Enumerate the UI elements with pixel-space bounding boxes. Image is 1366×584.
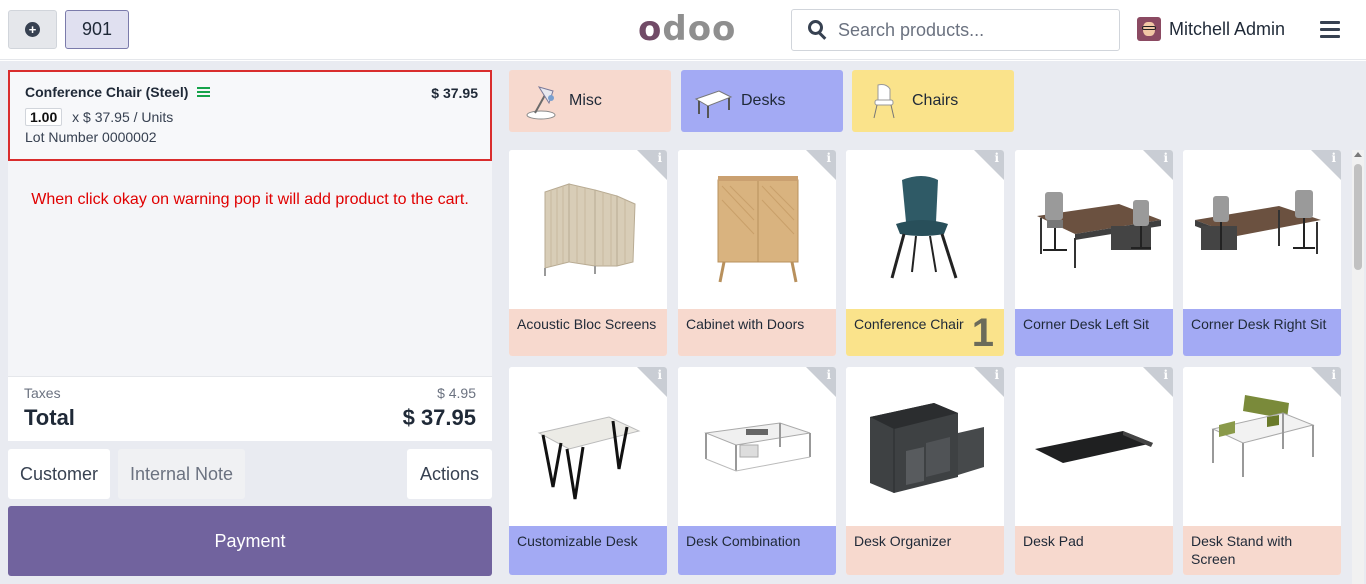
info-corner — [1143, 367, 1173, 397]
info-corner — [806, 367, 836, 397]
product-card[interactable]: i Customizable Desk — [509, 367, 667, 575]
product-card[interactable]: i Corner Desk Left Sit — [1015, 150, 1173, 356]
product-name: Desk Stand with Screen — [1183, 526, 1341, 575]
user-name: Mitchell Admin — [1169, 18, 1286, 39]
actions-button[interactable]: Actions — [407, 449, 492, 499]
payment-button[interactable]: Payment — [8, 506, 492, 576]
product-name: Desk Combination — [678, 526, 836, 575]
user-menu[interactable]: Mitchell Admin — [1137, 17, 1285, 41]
info-corner — [974, 150, 1004, 180]
product-name: Corner Desk Right Sit — [1183, 309, 1341, 356]
info-icon[interactable]: i — [994, 368, 999, 382]
product-quantity-badge: 1 — [971, 311, 994, 355]
info-corner — [806, 150, 836, 180]
product-card[interactable]: i Acoustic Bloc Screens — [509, 150, 667, 356]
order-panel: Conference Chair (Steel) $ 37.95 1.00 x … — [0, 61, 500, 584]
category-label: Desks — [741, 92, 786, 109]
taxes-label: Taxes — [24, 385, 61, 401]
avatar — [1137, 17, 1161, 41]
category-label: Chairs — [912, 92, 959, 109]
info-corner — [1311, 367, 1341, 397]
new-order-button[interactable]: + — [8, 10, 57, 49]
chair-icon — [864, 81, 904, 121]
odoo-logo: odoo — [638, 9, 737, 49]
desk-icon — [693, 81, 733, 121]
scroll-up-icon[interactable] — [1354, 152, 1362, 157]
product-name: Desk Pad — [1015, 526, 1173, 575]
product-card[interactable]: i Cabinet with Doors — [678, 150, 836, 356]
internal-note-button[interactable]: Internal Note — [118, 449, 245, 499]
info-icon[interactable]: i — [994, 151, 999, 165]
plus-icon: + — [25, 22, 40, 37]
info-corner — [974, 367, 1004, 397]
product-card[interactable]: i Desk Stand with Screen — [1183, 367, 1341, 575]
product-card[interactable]: i Corner Desk Right Sit — [1183, 150, 1341, 356]
product-search[interactable] — [791, 9, 1120, 51]
category-desks[interactable]: Desks — [681, 70, 843, 132]
order-line-quantity: 1.00 — [25, 108, 63, 126]
lot-list-icon[interactable] — [196, 87, 210, 98]
product-screen: Misc Desks Chairs i Acoustic Bloc Screen… — [500, 61, 1366, 584]
info-corner — [637, 150, 667, 180]
product-name: Corner Desk Left Sit — [1015, 309, 1173, 356]
info-icon[interactable]: i — [1331, 368, 1336, 382]
info-icon[interactable]: i — [1331, 151, 1336, 165]
order-number-button[interactable]: 901 — [65, 10, 129, 49]
order-line-product-name: Conference Chair (Steel) — [25, 84, 189, 100]
info-icon[interactable]: i — [826, 368, 831, 382]
total-value: $ 37.95 — [402, 405, 476, 430]
category-misc[interactable]: Misc — [509, 70, 671, 132]
top-bar: + 901 odoo Mitchell Admin — [0, 0, 1366, 60]
taxes-value: $ 4.95 — [437, 385, 476, 401]
info-icon[interactable]: i — [826, 151, 831, 165]
customer-button[interactable]: Customer — [8, 449, 110, 499]
order-totals: Taxes $ 4.95 Total $ 37.95 — [8, 376, 492, 441]
search-input[interactable] — [838, 19, 1108, 41]
product-name: Acoustic Bloc Screens — [509, 309, 667, 356]
info-corner — [637, 367, 667, 397]
order-line-unit-price: x $ 37.95 / Units — [72, 109, 174, 125]
product-card[interactable]: i Conference Chair 1 — [846, 150, 1004, 356]
product-card[interactable]: i Desk Pad — [1015, 367, 1173, 575]
info-corner — [1143, 150, 1173, 180]
info-icon[interactable]: i — [1163, 368, 1168, 382]
hamburger-menu-icon[interactable] — [1320, 21, 1340, 38]
order-line[interactable]: Conference Chair (Steel) $ 37.95 1.00 x … — [8, 70, 492, 161]
product-name: Desk Organizer — [846, 526, 1004, 575]
order-line-price: $ 37.95 — [431, 85, 478, 101]
info-icon[interactable]: i — [657, 368, 662, 382]
category-chairs[interactable]: Chairs — [852, 70, 1014, 132]
category-label: Misc — [569, 92, 602, 109]
lamp-icon — [521, 81, 561, 121]
info-icon[interactable]: i — [1163, 151, 1168, 165]
product-card[interactable]: i Desk Combination — [678, 367, 836, 575]
product-card[interactable]: i Desk Organizer — [846, 367, 1004, 575]
info-corner — [1311, 150, 1341, 180]
info-icon[interactable]: i — [657, 151, 662, 165]
search-icon — [808, 20, 828, 40]
product-name: Cabinet with Doors — [678, 309, 836, 356]
scrollbar-thumb[interactable] — [1354, 164, 1362, 270]
product-name: Customizable Desk — [509, 526, 667, 575]
order-line-lot: Lot Number 0000002 — [25, 129, 157, 145]
total-label: Total — [24, 405, 75, 430]
annotation-note: When click okay on warning pop it will a… — [31, 191, 469, 208]
product-scrollbar[interactable] — [1352, 150, 1364, 584]
